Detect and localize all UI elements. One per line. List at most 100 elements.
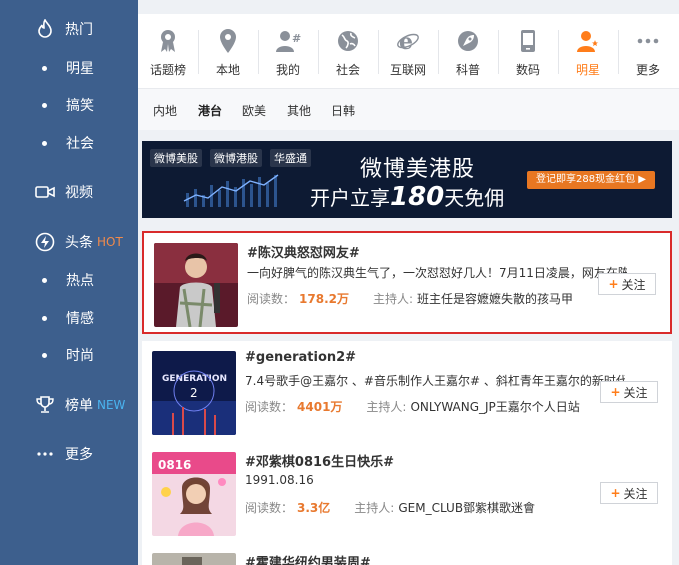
sidebar-item-video[interactable]: 视频 — [0, 179, 138, 205]
topic-title[interactable]: #陈汉典怒怼网友# — [247, 242, 360, 261]
banner-title: 微博美港股 — [360, 157, 476, 182]
host-name[interactable]: ONLYWANG_JP王嘉尔个人日站 — [410, 400, 579, 414]
topic-thumbnail[interactable] — [152, 553, 236, 565]
sidebar-item-label: 情感 — [66, 311, 94, 327]
reads-label: 阅读数： — [247, 292, 296, 306]
sidebar-item-label: 社会 — [66, 136, 94, 152]
nav-item-mine[interactable]: # 我的 — [258, 14, 318, 88]
tab-jp-kr[interactable]: 日韩 — [331, 102, 355, 119]
tab-hk-tw[interactable]: 港台 — [198, 102, 222, 119]
topic-meta: 阅读数： 3.3亿 主持人: GEM_CLUB鄧紫棋歌迷會 — [245, 499, 535, 516]
lightning-icon — [34, 231, 56, 253]
banner-subtitle: 开户立享180天免佣 — [310, 182, 504, 212]
nav-label: 明星 — [575, 63, 600, 77]
sidebar: 热门 明星 搞笑 社会 视频 头条 HOT 热点 情感 时尚 榜单 NEW 更多 — [0, 0, 138, 565]
topic-title[interactable]: #generation2# — [245, 350, 356, 365]
topic-card[interactable]: 0816 #邓紫棋0816生日快乐# 1991.08.16 阅读数： 3.3亿 主持… — [142, 442, 672, 545]
tab-western[interactable]: 欧美 — [242, 102, 266, 119]
nav-label: 话题榜 — [149, 63, 186, 77]
sidebar-item-emotion[interactable]: 情感 — [0, 308, 138, 328]
nav-item-society[interactable]: 社会 — [318, 14, 378, 88]
banner-subtitle-num: 180 — [390, 182, 445, 212]
sidebar-item-label: 视频 — [65, 185, 93, 201]
nav-item-local[interactable]: 本地 — [198, 14, 258, 88]
topic-description: 7.4号歌手@王嘉尔 、#音乐制作人王嘉尔# 、斜杠青年王嘉尔的新时代#Ge — [245, 374, 625, 388]
globe-icon — [335, 28, 361, 54]
topic-thumbnail[interactable]: GENERATION 2 — [152, 351, 236, 435]
sidebar-item-rankings[interactable]: 榜单 NEW — [0, 392, 138, 418]
user-hash-icon: # — [275, 28, 301, 54]
sidebar-item-hotspot[interactable]: 热点 — [0, 270, 138, 290]
reads-label: 阅读数： — [245, 400, 294, 414]
ad-banner[interactable]: 微博美股 微博港股 华盛通 微博美港股 开户立享180天免佣 登记即享288现金… — [142, 141, 672, 218]
topic-meta: 阅读数： 4401万 主持人: ONLYWANG_JP王嘉尔个人日站 — [245, 398, 580, 415]
banner-cta-button[interactable]: 登记即享288现金红包 ▶ — [527, 171, 655, 189]
sidebar-item-label: 头条 — [65, 235, 93, 251]
nav-item-more[interactable]: 更多 — [618, 14, 678, 88]
hot-badge: HOT — [97, 235, 123, 249]
nav-item-digital[interactable]: 数码 — [498, 14, 558, 88]
topic-description: 一向好脾气的陈汉典生气了，一次怼怼好几人！7月11日凌晨，网友在陈汉 — [247, 266, 627, 280]
host-name[interactable]: 班主任是容嬷嬷失散的孩马甲 — [417, 292, 573, 306]
banner-chart-graphic — [183, 174, 279, 207]
host-name[interactable]: GEM_CLUB鄧紫棋歌迷會 — [398, 501, 535, 515]
nav-label: 本地 — [215, 63, 240, 77]
nav-label: 更多 — [635, 63, 660, 77]
plus-icon: + — [610, 486, 621, 500]
follow-label: 关注 — [623, 385, 648, 400]
nav-item-science[interactable]: 科普 — [438, 14, 498, 88]
topic-title[interactable]: #邓紫棋0816生日快乐# — [245, 451, 394, 470]
sidebar-item-headlines[interactable]: 头条 HOT — [0, 229, 138, 255]
topic-thumbnail[interactable]: 0816 — [152, 452, 236, 536]
sidebar-item-label: 搞笑 — [66, 98, 94, 114]
bullet — [42, 102, 47, 108]
browser-e-icon: e — [395, 28, 421, 54]
host-label: 主持人: — [366, 400, 407, 414]
plus-icon: + — [610, 385, 621, 399]
read-count: 178.2万 — [299, 292, 349, 306]
sidebar-item-funny[interactable]: 搞笑 — [0, 95, 138, 115]
banner-logos: 微博美股 微博港股 华盛通 — [150, 149, 311, 167]
topic-card[interactable]: #霍建华纽约男装周# — [142, 543, 672, 565]
nav-label: 社会 — [335, 63, 360, 77]
huasheng-logo: 华盛通 — [270, 149, 311, 167]
host-label: 主持人: — [372, 292, 414, 306]
follow-button[interactable]: + 关注 — [600, 381, 658, 403]
topic-thumbnail[interactable] — [154, 243, 238, 327]
sidebar-item-society[interactable]: 社会 — [0, 133, 138, 153]
topic-meta: 阅读数： 178.2万 主持人: 班主任是容嬷嬷失散的孩马甲 — [247, 290, 573, 307]
trophy-icon — [34, 394, 56, 416]
plus-icon: + — [608, 277, 619, 291]
svg-text:2: 2 — [190, 386, 198, 400]
topic-description: 1991.08.16 — [245, 473, 314, 487]
sidebar-item-fashion[interactable]: 时尚 — [0, 345, 138, 365]
topic-card[interactable]: #陈汉典怒怼网友# 一向好脾气的陈汉典生气了，一次怼怼好几人！7月11日凌晨，网… — [142, 231, 672, 334]
follow-button[interactable]: + 关注 — [600, 482, 658, 504]
follow-label: 关注 — [621, 277, 646, 292]
bullet — [42, 352, 47, 358]
nav-item-internet[interactable]: e 互联网 — [378, 14, 438, 88]
svg-text:GENERATION: GENERATION — [162, 374, 227, 384]
read-count: 3.3亿 — [297, 501, 331, 515]
bullet — [42, 140, 47, 146]
tab-mainland[interactable]: 内地 — [153, 102, 177, 119]
svg-text:0816: 0816 — [158, 458, 191, 472]
banner-cta-label: 登记即享288现金红包 — [536, 174, 636, 185]
follow-label: 关注 — [623, 486, 648, 501]
sidebar-item-label: 更多 — [65, 447, 93, 463]
follow-button[interactable]: + 关注 — [598, 273, 656, 295]
sidebar-item-hot[interactable]: 热门 — [0, 16, 138, 42]
topic-title[interactable]: #霍建华纽约男装周# — [245, 552, 371, 565]
location-pin-icon — [215, 28, 241, 54]
sidebar-item-more[interactable]: 更多 — [0, 441, 138, 467]
topic-card[interactable]: GENERATION 2 #generation2# 7.4号歌手@王嘉尔 、#… — [142, 341, 672, 444]
sidebar-item-stars[interactable]: 明星 — [0, 58, 138, 78]
nav-item-stars[interactable]: 明星 — [558, 14, 618, 88]
tab-other[interactable]: 其他 — [287, 102, 311, 119]
nav-item-topic-rank[interactable]: 话题榜 — [138, 14, 198, 88]
badge-icon — [155, 28, 181, 54]
bullet — [42, 277, 47, 283]
category-nav: 话题榜 本地 # 我的 社会 e 互联网 科普 数码 明星 更多 — [138, 14, 679, 88]
fire-icon — [34, 18, 56, 40]
new-badge: NEW — [97, 398, 126, 412]
